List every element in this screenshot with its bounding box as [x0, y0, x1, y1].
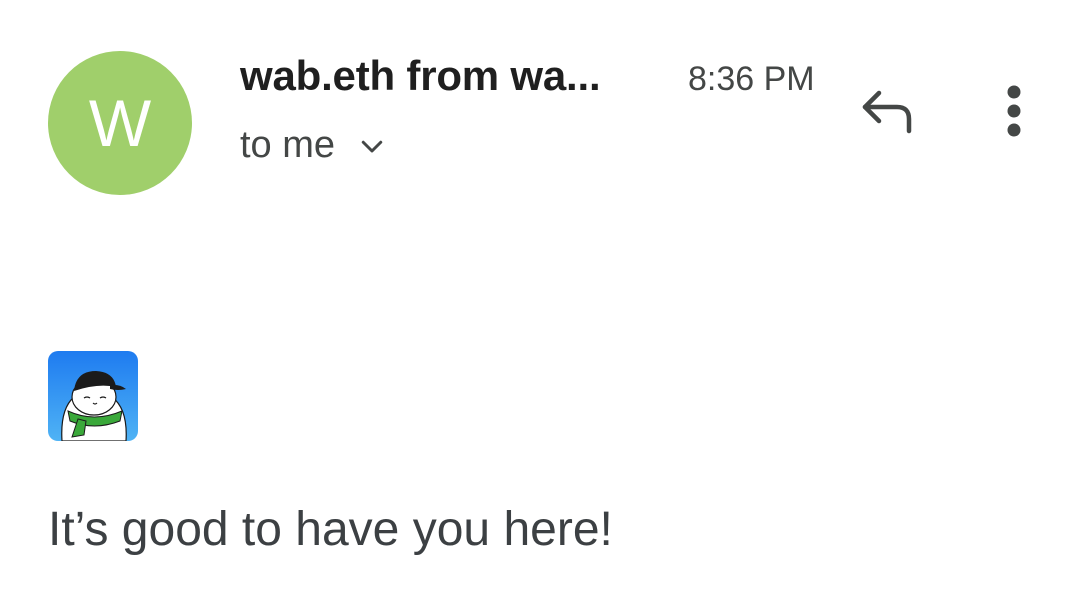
recipient-details-toggle[interactable]: to me [240, 124, 387, 167]
email-view: W wab.eth from wa... 8:36 PM to me It’s … [0, 0, 1080, 607]
sender-name[interactable]: wab.eth from wa... [240, 52, 601, 100]
cat-mascot-logo [48, 351, 138, 441]
reply-icon [862, 90, 912, 134]
message-body-text: It’s good to have you here! [48, 503, 613, 556]
more-options-button[interactable] [982, 78, 1046, 144]
reply-button[interactable] [850, 78, 926, 144]
avatar-letter: W [88, 86, 152, 160]
more-vert-icon [1007, 85, 1021, 137]
message-time: 8:36 PM [688, 60, 815, 98]
chevron-down-icon [361, 140, 383, 152]
sender-avatar[interactable]: W [48, 51, 192, 195]
recipient-label: to me [240, 124, 336, 166]
